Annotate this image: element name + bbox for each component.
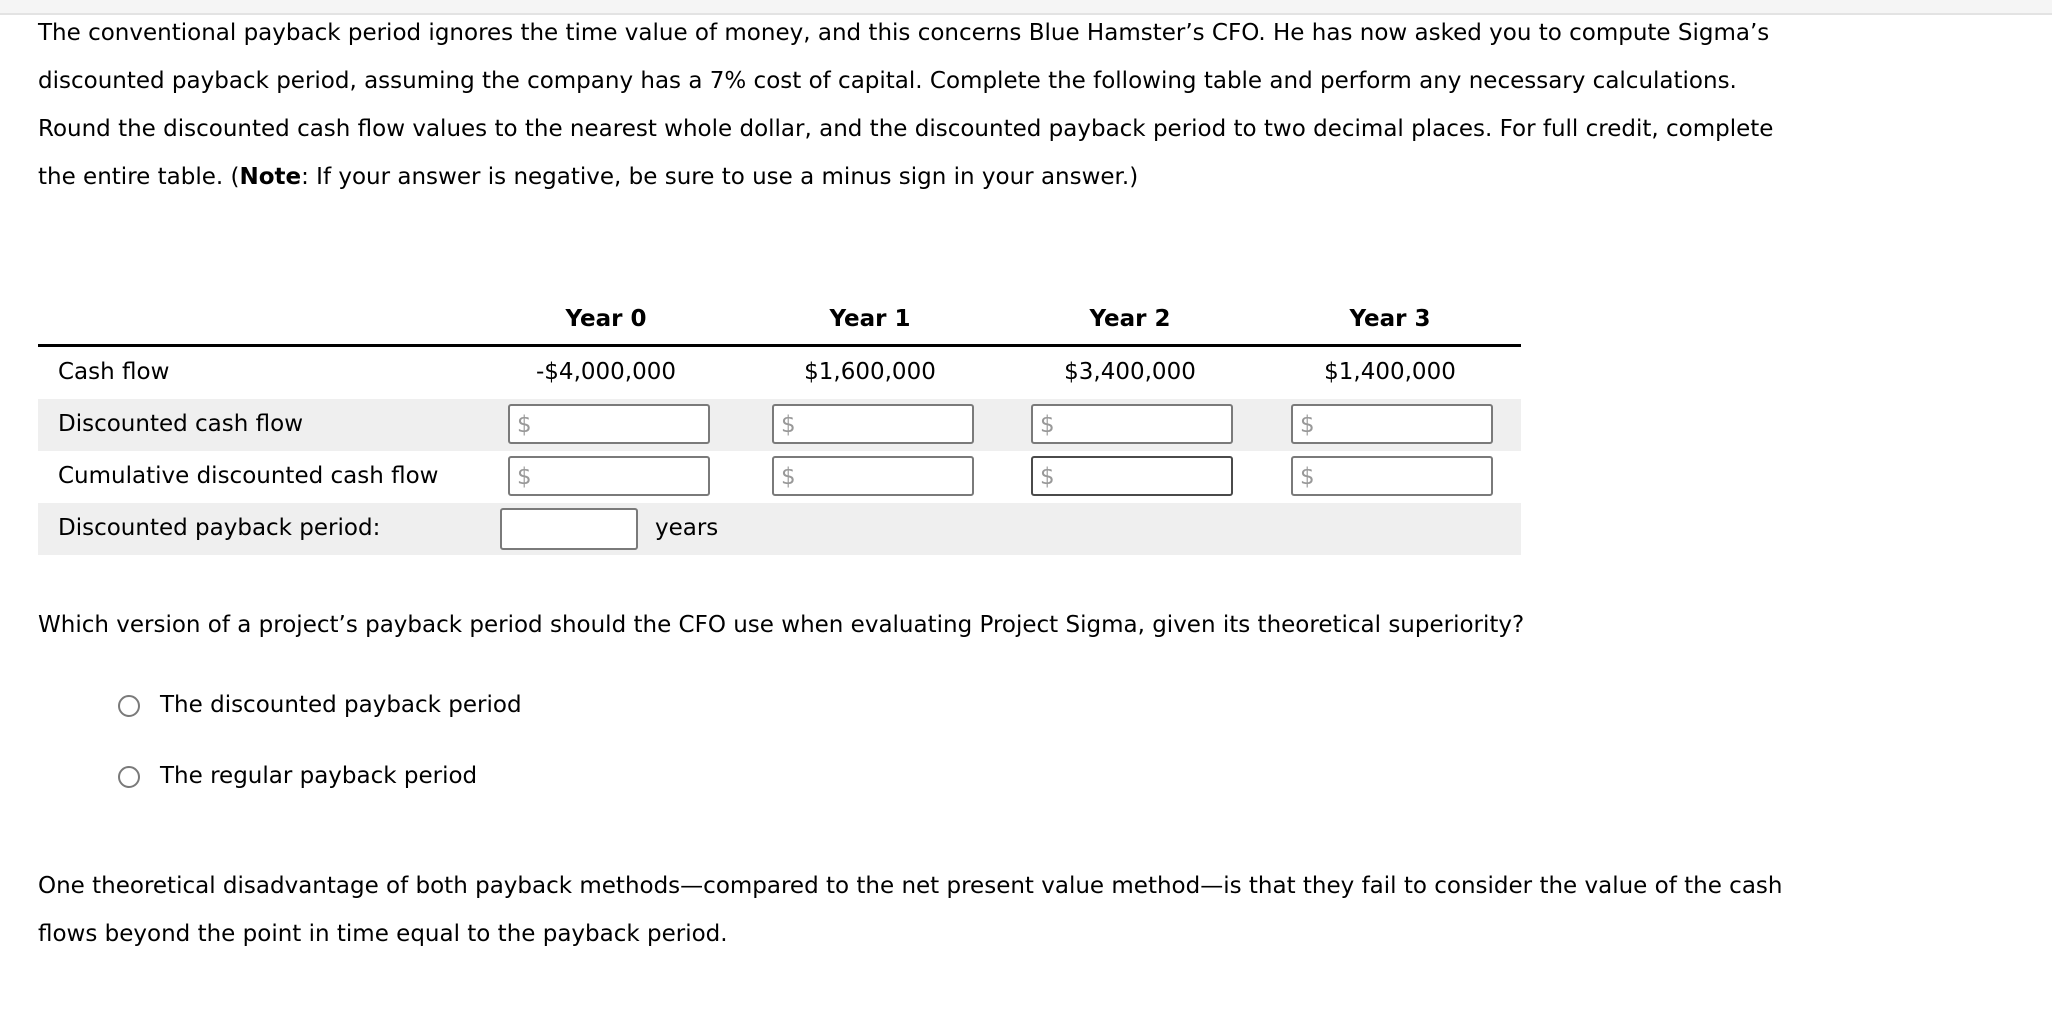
discounted-cash-flow-year-3-field[interactable]: $ [1291,404,1493,444]
option-label[interactable]: The discounted payback period [160,692,522,718]
intro-line-2: discounted payback period, assuming the … [38,68,1737,94]
discounted-cash-flow-year-3-input[interactable] [1317,408,1491,442]
conclusion-paragraph: One theoretical disadvantage of both pay… [38,862,1782,958]
cumulative-dcf-year-0-input[interactable] [534,460,708,494]
discounted-cash-flow-year-1-input[interactable] [798,408,972,442]
discounted-payback-period-input[interactable] [500,508,638,550]
note-label: Note [239,164,302,190]
cumulative-dcf-year-2-input[interactable] [1057,460,1231,494]
intro-line-4-pre: the entire table. ( [38,164,240,190]
conclusion-line-1: One theoretical disadvantage of both pay… [38,873,1783,899]
header-year-3: Year 3 [1349,306,1431,332]
option-label[interactable]: The regular payback period [160,763,477,789]
cash-flow-year-0: -$4,000,000 [536,359,676,385]
dollar-sign-icon: $ [781,464,796,490]
cumulative-dcf-year-2-field[interactable]: $ [1031,456,1233,496]
intro-line-3: Round the discounted cash flow values to… [38,116,1774,142]
cumulative-discounted-cash-flow-row: Cumulative discounted cash flow $ $ $ $ [38,451,1521,503]
dollar-sign-icon: $ [1040,412,1055,438]
discounted-cash-flow-row: Discounted cash flow $ $ $ $ [38,399,1521,451]
header-year-0: Year 0 [565,306,647,332]
table-header-row: Year 0 Year 1 Year 2 Year 3 [38,298,1521,347]
radio-button-unselected-icon[interactable] [118,695,140,717]
conclusion-line-2: flows beyond the point in time equal to … [38,921,728,947]
header-year-1: Year 1 [829,306,911,332]
cash-flow-row: Cash flow -$4,000,000 $1,600,000 $3,400,… [38,347,1521,399]
cumulative-dcf-year-3-input[interactable] [1317,460,1491,494]
cumulative-dcf-year-1-input[interactable] [798,460,972,494]
dollar-sign-icon: $ [1040,464,1055,490]
cumulative-discounted-cash-flow-label: Cumulative discounted cash flow [58,463,439,489]
discounted-cash-flow-year-2-field[interactable]: $ [1031,404,1233,444]
cumulative-dcf-year-3-field[interactable]: $ [1291,456,1493,496]
dollar-sign-icon: $ [1300,412,1315,438]
cash-flow-year-3: $1,400,000 [1324,359,1456,385]
discounted-cash-flow-year-1-field[interactable]: $ [772,404,974,444]
dollar-sign-icon: $ [781,412,796,438]
cumulative-dcf-year-0-field[interactable]: $ [508,456,710,496]
cash-flow-year-1: $1,600,000 [804,359,936,385]
intro-line-1: The conventional payback period ignores … [38,20,1770,46]
header-year-2: Year 2 [1089,306,1171,332]
cash-flow-year-2: $3,400,000 [1064,359,1196,385]
dollar-sign-icon: $ [517,412,532,438]
radio-button-unselected-icon[interactable] [118,766,140,788]
discounted-cash-flow-label: Discounted cash flow [58,411,304,437]
discounted-payback-period-label: Discounted payback period: [58,515,381,541]
question-text: Which version of a project’s payback per… [38,612,1525,638]
intro-paragraph: The conventional payback period ignores … [38,9,1773,201]
discounted-cash-flow-year-0-input[interactable] [534,408,708,442]
dollar-sign-icon: $ [517,464,532,490]
cash-flow-label: Cash flow [58,359,170,385]
discounted-cash-flow-year-0-field[interactable]: $ [508,404,710,444]
discounted-cash-flow-year-2-input[interactable] [1057,408,1231,442]
cumulative-dcf-year-1-field[interactable]: $ [772,456,974,496]
dollar-sign-icon: $ [1300,464,1315,490]
discounted-payback-period-row: Discounted payback period: years [38,503,1521,555]
intro-line-4-post: : If your answer is negative, be sure to… [301,164,1139,190]
discounted-payback-table: Year 0 Year 1 Year 2 Year 3 Cash flow -$… [38,298,1521,555]
years-unit-label: years [655,515,719,541]
